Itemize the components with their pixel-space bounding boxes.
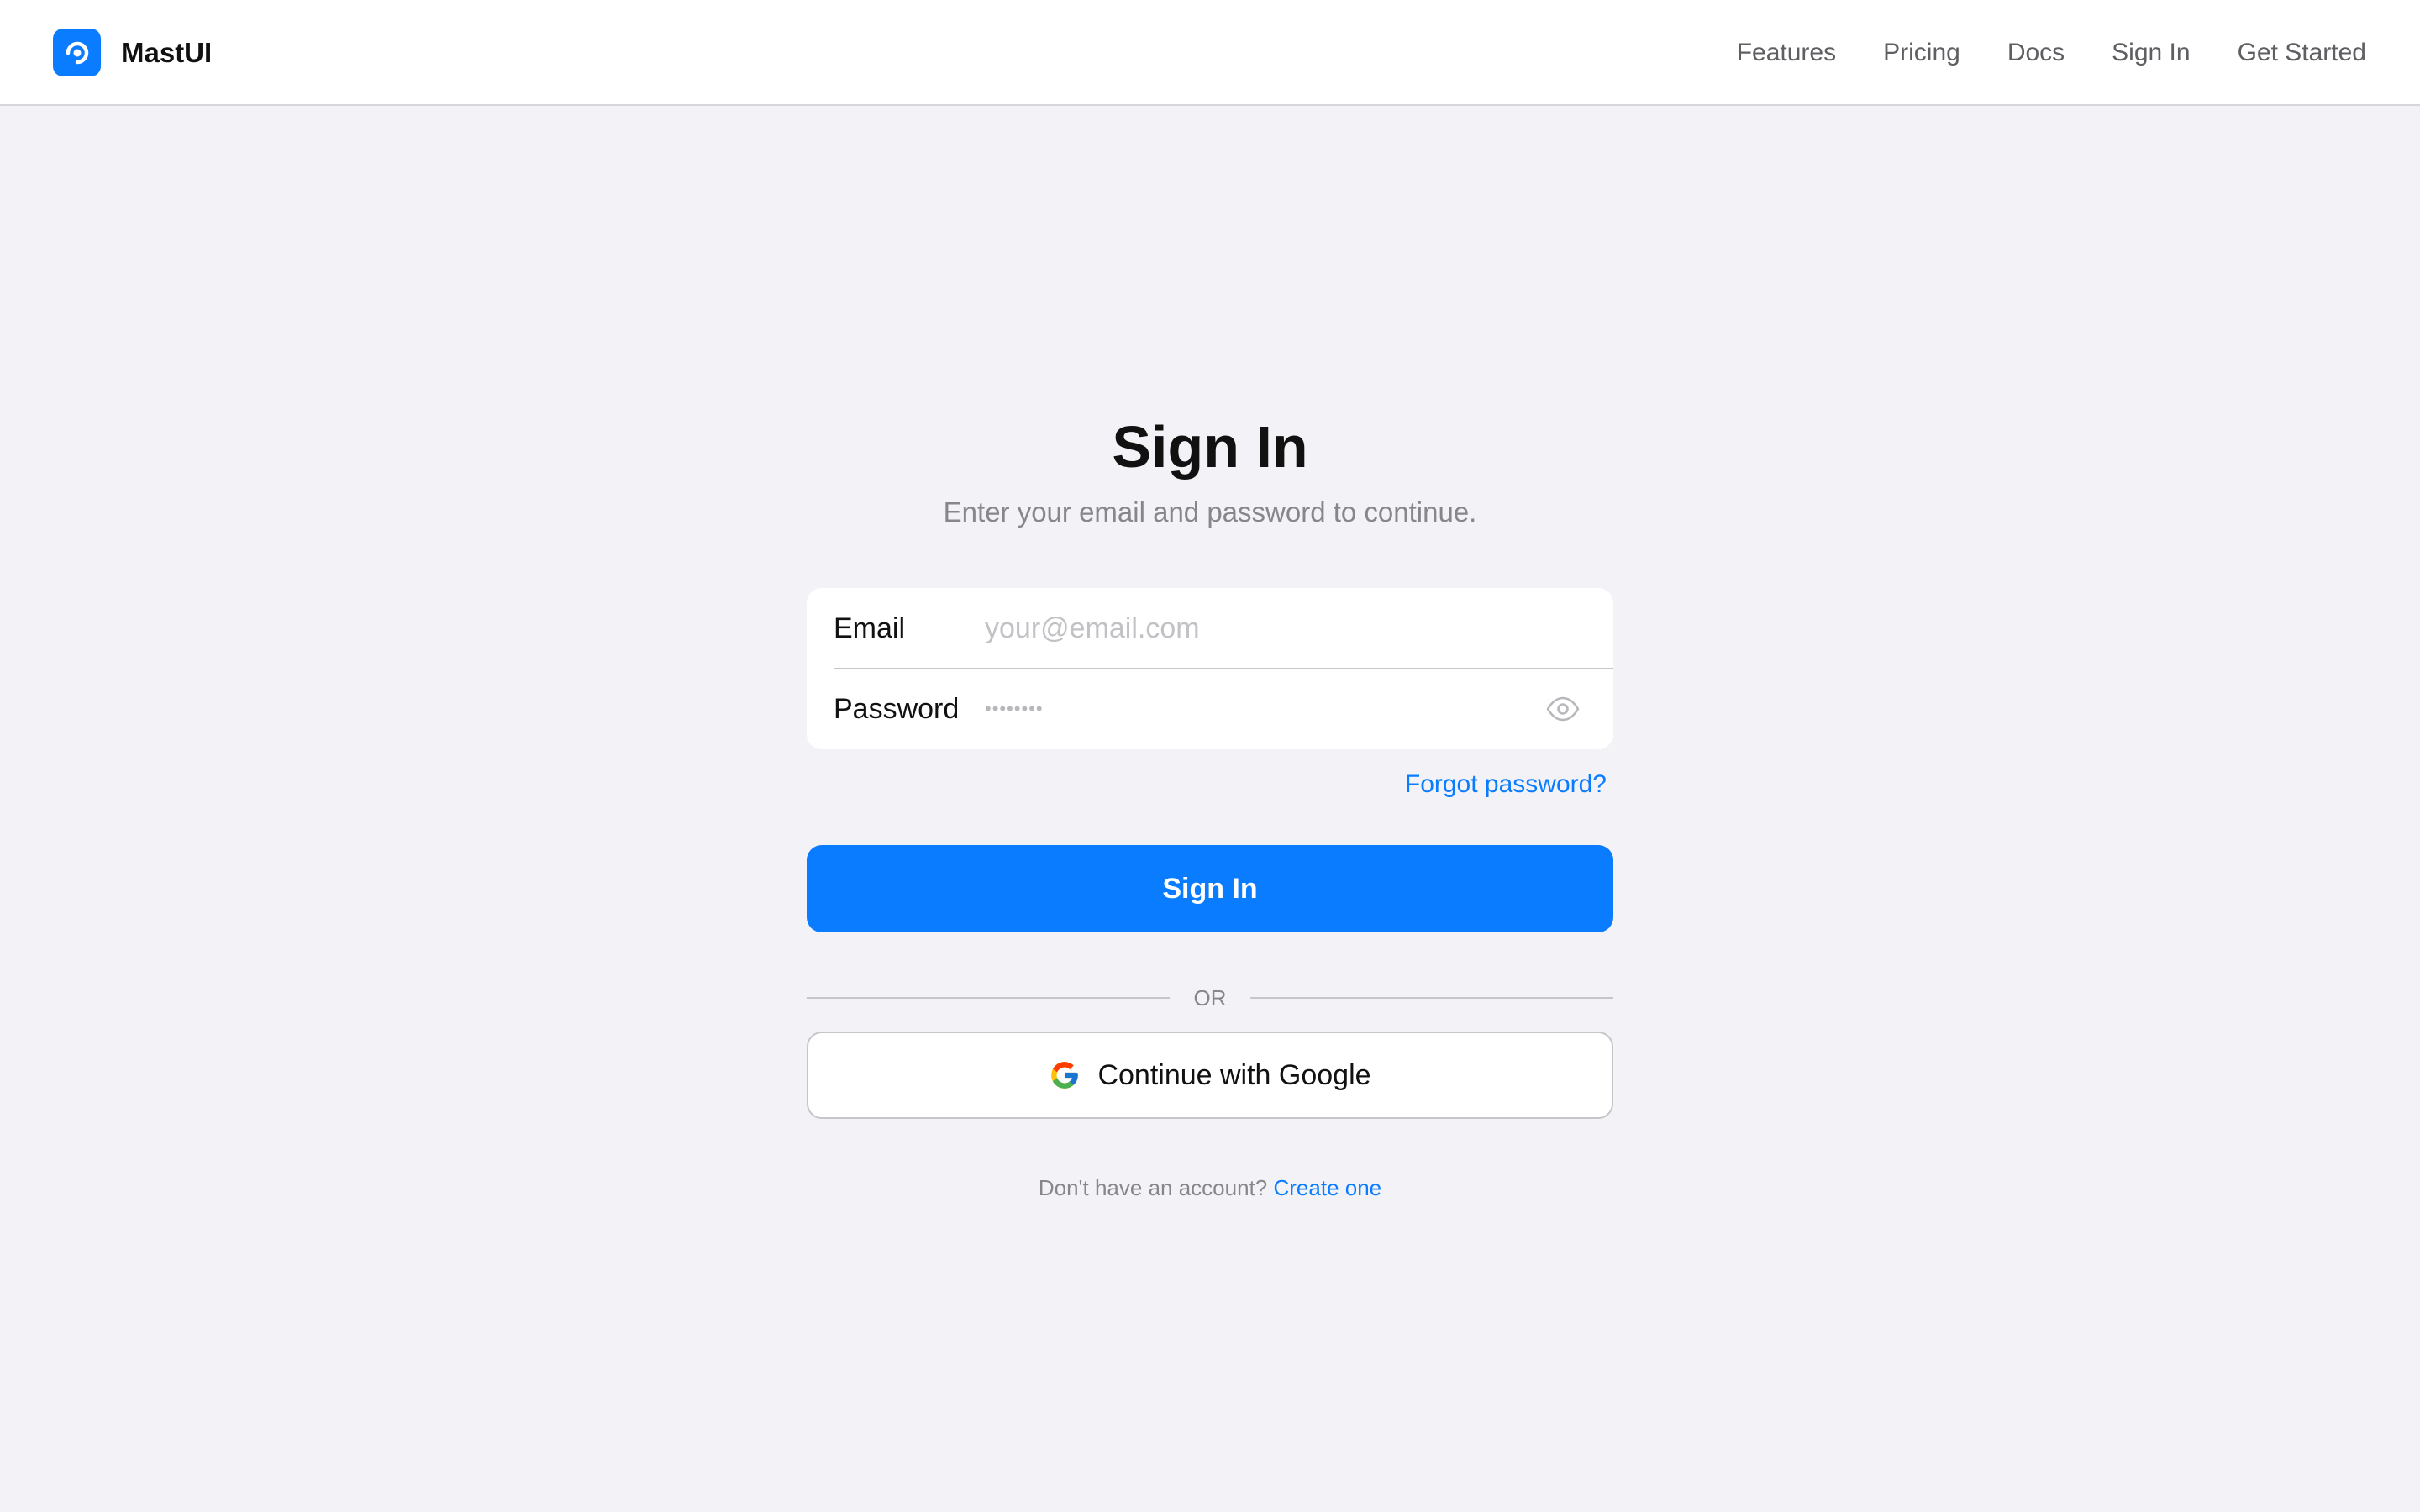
password-row: Password •••••••• [807, 669, 1613, 749]
divider-line-right [1250, 997, 1613, 999]
forgot-password-link[interactable]: Forgot password? [1405, 770, 1607, 798]
brand[interactable]: MastUI [53, 29, 212, 76]
nav-link-docs[interactable]: Docs [2007, 39, 2065, 67]
nav-link-pricing[interactable]: Pricing [1883, 39, 1960, 67]
page-subtitle: Enter your email and password to continu… [943, 496, 1477, 528]
password-field[interactable]: •••••••• [985, 698, 1044, 720]
main-nav: Features Pricing Docs Sign In Get Starte… [1737, 0, 2366, 106]
or-label: OR [1193, 984, 1227, 1011]
google-sign-in-button[interactable]: Continue with Google [807, 1032, 1613, 1119]
page-title: Sign In [1112, 414, 1308, 480]
sign-in-button[interactable]: Sign In [807, 845, 1613, 932]
email-label: Email [834, 612, 906, 644]
create-account-prompt: Don't have an account? Create one [0, 1173, 2420, 1203]
brand-logo-icon [53, 29, 101, 76]
nav-link-get-started[interactable]: Get Started [2238, 39, 2366, 67]
nav-link-features[interactable]: Features [1737, 39, 1836, 67]
nav-link-sign-in[interactable]: Sign In [2112, 39, 2190, 67]
eye-icon[interactable] [1544, 690, 1581, 727]
top-nav-bar: MastUI Features Pricing Docs Sign In Get… [0, 0, 2420, 106]
brand-name: MastUI [121, 36, 213, 68]
password-label: Password [834, 692, 960, 725]
credentials-form: Email Password •••••••• [807, 588, 1613, 749]
create-account-link[interactable]: Create one [1273, 1175, 1381, 1200]
no-account-text: Don't have an account? [1038, 1175, 1268, 1200]
or-divider: OR [807, 981, 1613, 1015]
email-field[interactable] [985, 603, 1489, 654]
google-button-label: Continue with Google [1097, 1058, 1371, 1091]
google-icon [1051, 1062, 1079, 1089]
email-row: Email [807, 588, 1613, 669]
forgot-password-row: Forgot password? [807, 768, 1607, 801]
divider-line-left [807, 997, 1170, 999]
